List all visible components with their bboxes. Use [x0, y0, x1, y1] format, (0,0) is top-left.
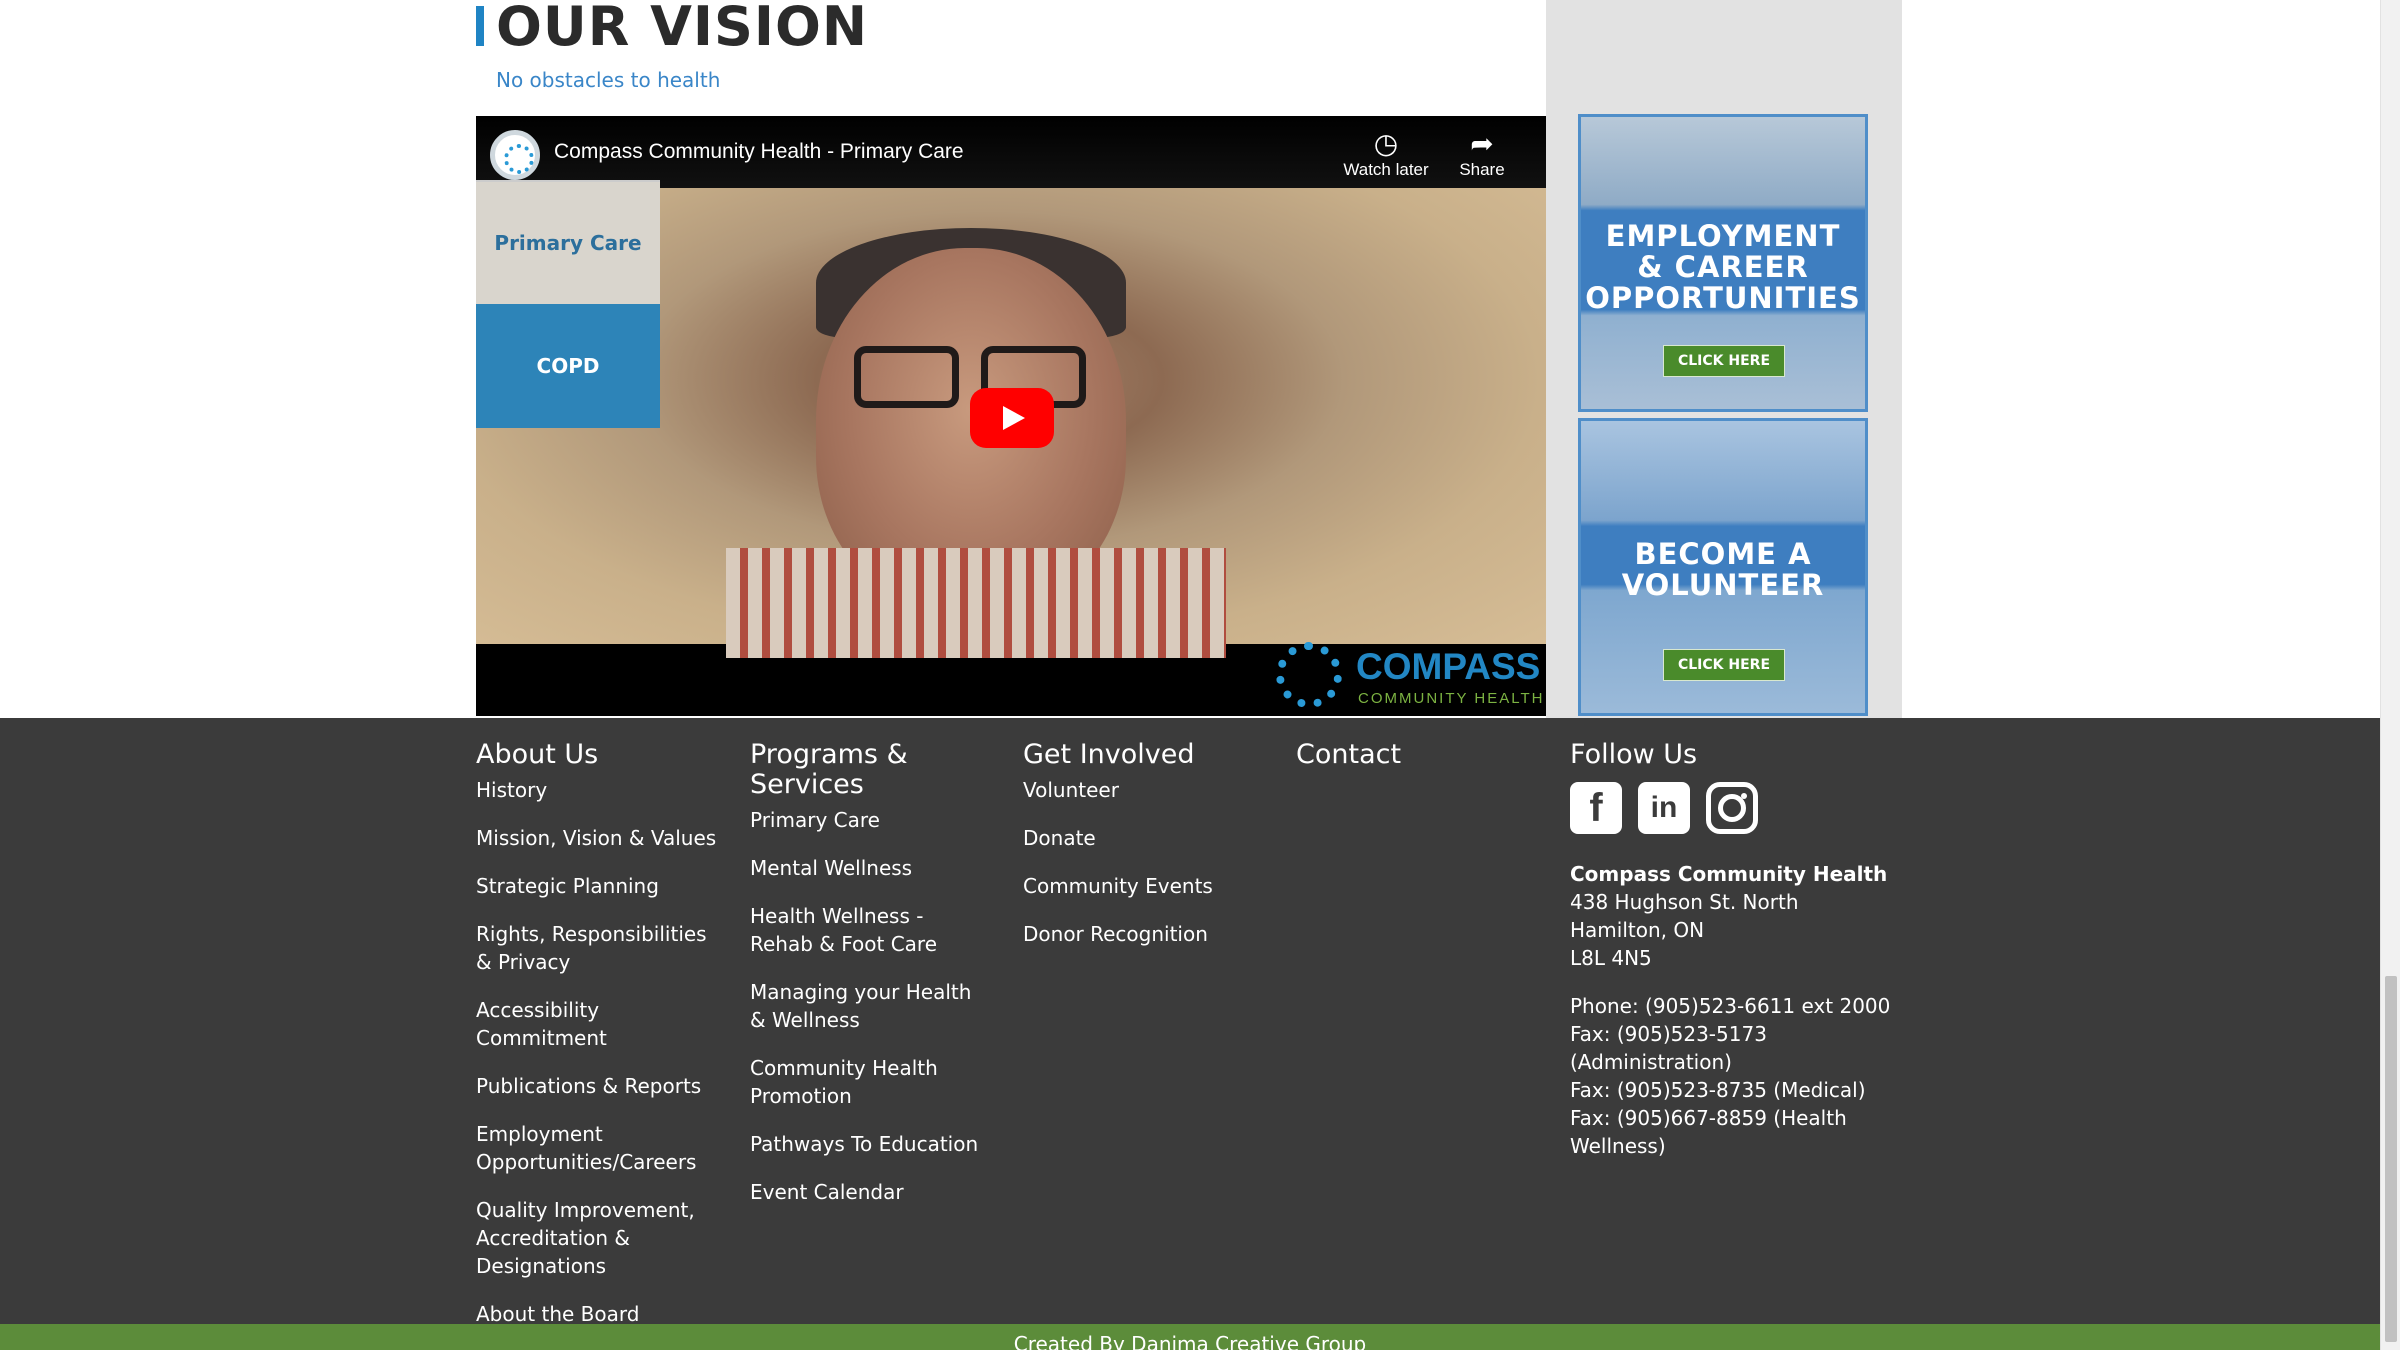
address-line: L8L 4N5 [1570, 946, 1652, 970]
social-links: f in [1570, 782, 1910, 834]
phone-line: Phone: (905)523-6611 ext 2000 [1570, 994, 1891, 1018]
footer-link[interactable]: Mission, Vision & Values [476, 824, 726, 852]
footer-link[interactable]: Quality Improvement, Accreditation & Des… [476, 1196, 726, 1280]
footer-link[interactable]: Mental Wellness [750, 854, 990, 882]
footer-programs-heading: Programs & Services [750, 739, 908, 800]
fax-line: Fax: (905)523-8735 (Medical) [1570, 1078, 1866, 1102]
instagram-icon[interactable] [1706, 782, 1758, 834]
scrollbar-thumb[interactable] [2385, 976, 2397, 1342]
title-accent-bar [476, 6, 484, 46]
watch-later-button[interactable]: ◷ Watch later [1338, 128, 1434, 180]
organization-name: Compass Community Health [1570, 862, 1888, 886]
footer-link[interactable]: Donate [1023, 824, 1263, 852]
employment-click-here-button[interactable]: CLICK HERE [1663, 345, 1785, 377]
footer-link[interactable]: Pathways To Education [750, 1130, 990, 1158]
facebook-icon[interactable]: f [1570, 782, 1622, 834]
share-arrow-icon: ➦ [1470, 128, 1494, 159]
footer-link[interactable]: Health Wellness - Rehab & Foot Care [750, 902, 990, 958]
phone-block: Phone: (905)523-6611 ext 2000 Fax: (905)… [1570, 992, 1910, 1160]
footer-about-heading: About Us [476, 739, 599, 770]
address-line: 438 Hughson St. North [1570, 890, 1799, 914]
vision-subtitle: No obstacles to health [496, 68, 721, 92]
footer-link[interactable]: Managing your Health & Wellness [750, 978, 990, 1034]
footer-programs-column: Programs & Services Primary Care Mental … [750, 740, 990, 1226]
footer-link[interactable]: Community Events [1023, 872, 1263, 900]
page-scrollbar[interactable] [2380, 0, 2400, 1350]
volunteer-banner[interactable]: BECOME A VOLUNTEER CLICK HERE [1578, 418, 1868, 716]
footer-link[interactable]: History [476, 776, 726, 804]
video-header: Compass Community Health - Primary Care … [476, 116, 1546, 188]
volunteer-click-here-button[interactable]: CLICK HERE [1663, 649, 1785, 681]
footer-contact-heading[interactable]: Contact [1296, 740, 1536, 770]
address-line: Hamilton, ON [1570, 918, 1705, 942]
footer-involved-column: Get Involved Volunteer Donate Community … [1023, 740, 1263, 968]
footer-link[interactable]: Event Calendar [750, 1178, 990, 1206]
compass-watermark: COMPASS COMMUNITY HEALTH [1266, 636, 1546, 716]
footer-follow-column: Follow Us f in Compass Community Health … [1570, 740, 1910, 1160]
footer-link[interactable]: Donor Recognition [1023, 920, 1263, 948]
play-icon[interactable] [970, 388, 1054, 448]
channel-logo-icon[interactable] [490, 130, 540, 180]
footer-link[interactable]: Strategic Planning [476, 872, 726, 900]
playlist-tab-copd[interactable]: COPD [476, 304, 660, 428]
video-title[interactable]: Compass Community Health - Primary Care [554, 140, 964, 164]
credit-bar[interactable]: Created By Danima Creative Group [0, 1324, 2380, 1350]
share-button[interactable]: ➦ Share [1454, 128, 1510, 180]
linkedin-icon[interactable]: in [1638, 782, 1690, 834]
footer-follow-heading: Follow Us [1570, 739, 1698, 770]
video-player[interactable]: COMPASS COMMUNITY HEALTH Compass Communi… [476, 116, 1546, 716]
footer-link[interactable]: Community Health Promotion [750, 1054, 990, 1110]
footer-link[interactable]: Publications & Reports [476, 1072, 726, 1100]
footer-link[interactable]: Accessibility Commitment [476, 996, 726, 1052]
clock-icon: ◷ [1373, 128, 1399, 159]
footer-link[interactable]: Primary Care [750, 806, 990, 834]
page-title: OUR VISION [496, 0, 869, 58]
footer-involved-heading: Get Involved [1023, 739, 1195, 770]
footer-link[interactable]: Volunteer [1023, 776, 1263, 804]
fax-line: Fax: (905)523-5173 (Administration) [1570, 1022, 1767, 1074]
address-block: Compass Community Health 438 Hughson St.… [1570, 860, 1910, 972]
employment-banner[interactable]: EMPLOYMENT & CAREER OPPORTUNITIES CLICK … [1578, 114, 1868, 412]
fax-line: Fax: (905)667-8859 (Health Wellness) [1570, 1106, 1847, 1158]
footer-link[interactable]: Employment Opportunities/Careers [476, 1120, 726, 1176]
playlist-tab-primary-care[interactable]: Primary Care [476, 180, 660, 304]
footer-contact-column: Contact [1296, 740, 1536, 776]
footer-link[interactable]: Rights, Responsibilities & Privacy [476, 920, 726, 976]
compass-logo-icon [1276, 642, 1342, 708]
footer-about-column: About Us History Mission, Vision & Value… [476, 740, 726, 1348]
site-footer: About Us History Mission, Vision & Value… [0, 718, 2380, 1326]
main-content: OUR VISION No obstacles to health COMPAS… [0, 0, 2380, 718]
